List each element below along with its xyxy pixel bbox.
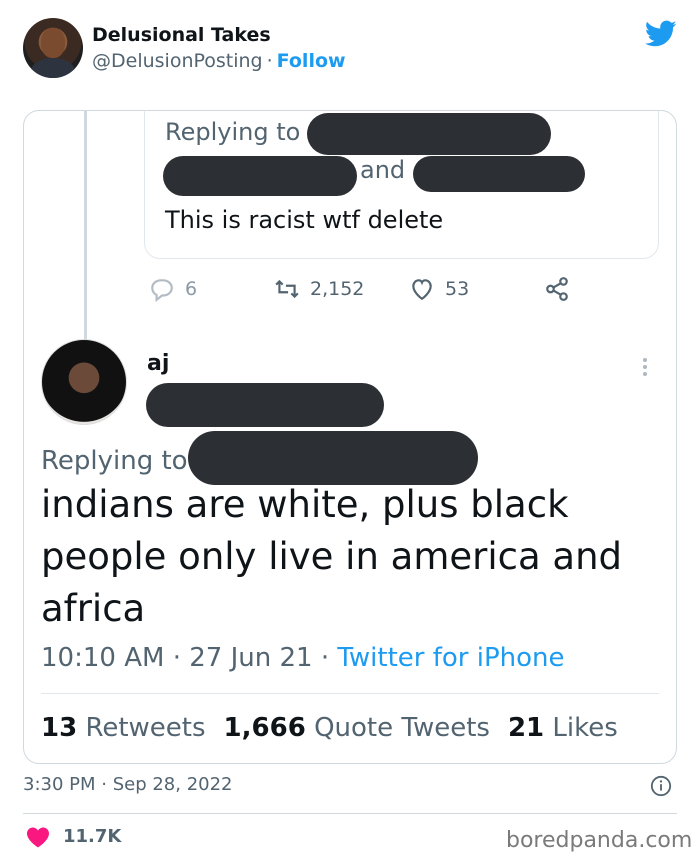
reply-count: 6 [185, 278, 198, 300]
inner-tweet-card: Replying to and This is racist wtf delet… [144, 111, 659, 259]
reply-icon [151, 279, 173, 302]
like-action[interactable]: 53 [409, 276, 469, 302]
reply-action[interactable]: 6 [149, 276, 197, 302]
separator-dot: · [172, 643, 181, 673]
avatar-shirt [31, 58, 75, 78]
reply-source-link[interactable]: Twitter for iPhone [337, 643, 564, 673]
reply-stats: 13 Retweets 1,666 Quote Tweets 21 Likes [41, 713, 618, 743]
likes-count[interactable]: 21 [508, 713, 544, 743]
redaction-bar [307, 113, 551, 155]
redaction-bar [188, 431, 478, 485]
more-options-icon[interactable] [638, 355, 652, 379]
reply-author-avatar[interactable] [41, 339, 127, 425]
redaction-bar [163, 156, 357, 196]
quote-tweets-label[interactable]: Quote Tweets [314, 713, 490, 743]
inner-replying-label: Replying to [165, 118, 301, 146]
retweets-label[interactable]: Retweets [85, 713, 205, 743]
heart-outline-icon [412, 279, 432, 301]
thread-line [84, 111, 87, 341]
post-timestamp[interactable]: 3:30 PM · Sep 28, 2022 [23, 774, 233, 795]
and-label: and [360, 156, 406, 184]
author-avatar[interactable] [23, 18, 83, 78]
follow-button[interactable]: Follow [277, 50, 346, 72]
reply-date[interactable]: 27 Jun 21 [189, 643, 312, 673]
inner-tweet-text: This is racist wtf delete [165, 206, 444, 234]
embed-like-count[interactable]: 11.7K [63, 826, 121, 847]
retweets-count[interactable]: 13 [41, 713, 77, 743]
redaction-bar [146, 383, 384, 427]
avatar-face [41, 28, 65, 58]
retweet-icon [275, 279, 299, 299]
reply-time[interactable]: 10:10 AM [41, 643, 164, 673]
share-icon [546, 277, 568, 301]
author-handle[interactable]: @DelusionPosting [92, 50, 263, 72]
reply-tweet-text: indians are white, plus black people onl… [41, 483, 623, 630]
reply-replying-label: Replying to [41, 446, 188, 476]
twitter-bird-icon[interactable] [645, 20, 677, 48]
separator-dot: · [266, 50, 273, 72]
heart-icon[interactable] [26, 826, 50, 848]
author-handle-line: @DelusionPosting · Follow [92, 50, 346, 72]
redaction-bar [413, 156, 585, 192]
retweet-count: 2,152 [310, 278, 365, 300]
share-action[interactable] [544, 276, 570, 302]
watermark: boredpanda.com [506, 828, 693, 853]
author-display-name[interactable]: Delusional Takes [92, 24, 271, 46]
inner-tweet-actions: 6 2,152 53 [144, 276, 584, 306]
stats-divider [41, 693, 659, 694]
retweet-action[interactable]: 2,152 [274, 276, 364, 302]
reply-author-name[interactable]: aj [147, 351, 169, 376]
reply-meta: 10:10 AM · 27 Jun 21 · Twitter for iPhon… [41, 643, 565, 673]
separator-dot: · [320, 643, 330, 673]
likes-label[interactable]: Likes [552, 713, 617, 743]
quote-tweets-count[interactable]: 1,666 [224, 713, 306, 743]
info-icon[interactable] [650, 775, 672, 797]
like-count: 53 [445, 278, 470, 300]
footer-divider [23, 813, 677, 814]
quoted-screenshot-card[interactable]: Replying to and This is racist wtf delet… [23, 110, 677, 764]
